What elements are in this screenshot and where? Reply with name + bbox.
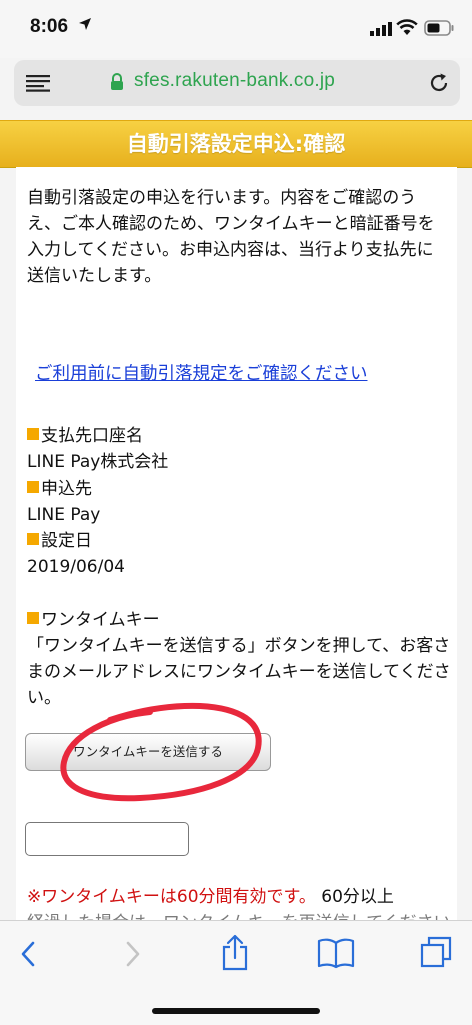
tabs-icon[interactable] xyxy=(419,935,453,969)
url-text[interactable]: sfes.rakuten-bank.co.jp xyxy=(134,70,335,92)
bookmarks-icon[interactable] xyxy=(317,937,355,969)
home-indicator xyxy=(152,1008,320,1014)
back-icon[interactable] xyxy=(18,939,38,969)
page-title-banner: 自動引落設定申込:確認 xyxy=(0,120,472,168)
share-icon[interactable] xyxy=(220,933,250,971)
status-time: 8:06 xyxy=(30,16,69,37)
lock-icon xyxy=(111,73,123,90)
field-value-date: 2019/06/04 xyxy=(27,557,125,577)
status-bar: 8:06 xyxy=(0,0,472,58)
otk-label: ワンタイムキー xyxy=(27,607,160,633)
bullet-square-icon xyxy=(27,481,39,493)
field-label-payee: 支払先口座名 xyxy=(27,423,143,449)
field-label-applicant: 申込先 xyxy=(27,476,92,502)
reload-icon[interactable] xyxy=(428,72,450,94)
forward-icon[interactable] xyxy=(123,939,143,969)
bullet-square-icon xyxy=(27,428,39,440)
wifi-icon xyxy=(396,19,418,35)
address-bar[interactable]: sfes.rakuten-bank.co.jp xyxy=(14,60,460,106)
intro-text: 自動引落設定の申込を行います。内容をご確認のうえ、ご本人確認のため、ワンタイムキ… xyxy=(27,188,435,286)
field-value-applicant: LINE Pay xyxy=(27,505,101,525)
validity-note: ※ワンタイムキーは60分間有効です。 60分以上 xyxy=(27,887,394,907)
otk-instructions: 「ワンタイムキーを送信する」ボタンを押して、お客さまのメールアドレスにワンタイム… xyxy=(27,636,451,708)
bullet-square-icon xyxy=(27,612,39,624)
one-time-key-input[interactable] xyxy=(25,822,189,856)
bullet-square-icon xyxy=(27,533,39,545)
battery-icon xyxy=(424,20,454,36)
send-one-time-key-button[interactable]: ワンタイムキーを送信する xyxy=(25,733,271,771)
location-arrow-icon xyxy=(79,18,91,30)
field-label-date: 設定日 xyxy=(27,528,92,554)
signal-icon xyxy=(370,22,392,36)
validity-note-continued: 経過した場合は、ワンタイムキーを再送信してください。 xyxy=(27,910,457,920)
rules-link[interactable]: ご利用前に自動引落規定をご確認ください xyxy=(35,361,368,387)
field-value-payee: LINE Pay株式会社 xyxy=(27,452,169,472)
menu-icon[interactable] xyxy=(26,74,52,92)
main-content: 自動引落設定の申込を行います。内容をご確認のうえ、ご本人確認のため、ワンタイムキ… xyxy=(16,167,457,920)
